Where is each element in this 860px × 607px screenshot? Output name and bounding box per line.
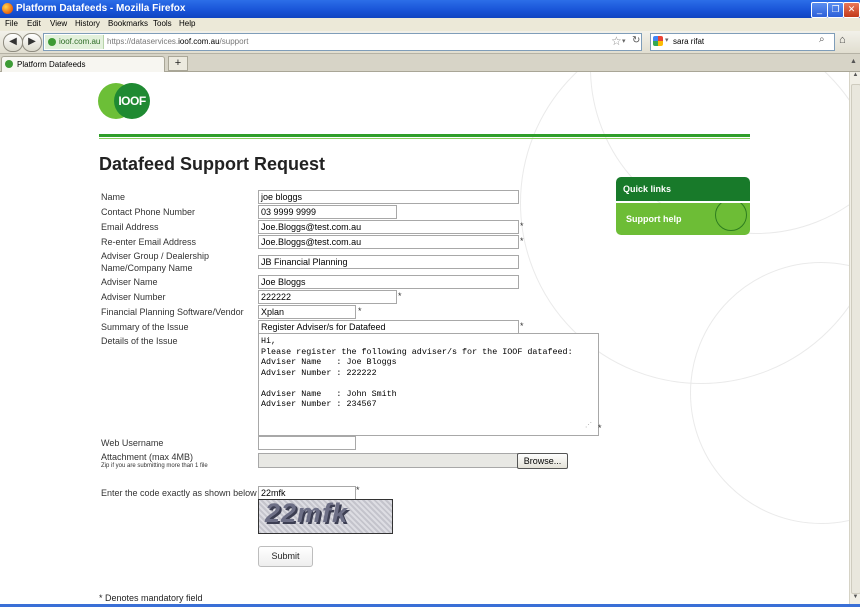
email-confirm-label: Re-enter Email Address [101, 237, 197, 247]
search-engine-dropdown-icon[interactable]: ▾ [665, 36, 669, 44]
support-help-link[interactable]: Support help [616, 203, 750, 235]
minimize-button[interactable]: _ [811, 2, 828, 18]
software-label: Financial Planning Software/Vendor [101, 307, 244, 317]
support-help-label: Support help [626, 214, 682, 224]
new-tab-button[interactable]: + [168, 56, 188, 71]
captcha-label: Enter the code exactly as shown below [101, 488, 257, 498]
adviser-group-field[interactable]: JB Financial Planning [258, 255, 519, 269]
search-icon[interactable]: ⌕ [819, 34, 825, 45]
submit-button[interactable]: Submit [258, 546, 313, 567]
phone-field[interactable]: 03 9999 9999 [258, 205, 397, 219]
back-button[interactable]: ◀ [3, 33, 23, 52]
mandatory-footnote: * Denotes mandatory field [99, 593, 203, 603]
adviser-number-label: Adviser Number [101, 292, 166, 302]
attachment-hint: Zip if you are submitting more than 1 fi… [101, 463, 208, 469]
window-title: Platform Datafeeds - Mozilla Firefox [16, 3, 186, 14]
site-favicon-icon [48, 38, 56, 46]
tab-bar: Platform Datafeeds + ▲ [0, 54, 860, 72]
phone-label: Contact Phone Number [101, 207, 196, 217]
adviser-name-label: Adviser Name [101, 277, 158, 287]
search-bar[interactable]: ▾ sara rifat ⌕ [650, 33, 835, 51]
summary-field[interactable]: Register Adviser/s for Datafeed [258, 320, 519, 334]
ioof-logo[interactable]: IOOF [114, 83, 150, 119]
url-dropdown-icon[interactable]: ▾ [622, 37, 626, 45]
page-title: Datafeed Support Request [99, 154, 326, 174]
attachment-file-field[interactable] [258, 453, 518, 468]
summary-label: Summary of the Issue [101, 322, 189, 332]
vertical-scrollbar[interactable]: ▲ ▼ [849, 72, 860, 604]
required-marker: * [520, 221, 524, 231]
menu-view[interactable]: View [50, 19, 67, 28]
bookmark-star-icon[interactable]: ☆ [611, 34, 622, 48]
reload-icon[interactable]: ↻ [632, 35, 640, 46]
adviser-number-field[interactable]: 222222 [258, 290, 397, 304]
site-identity-badge[interactable]: ioof.com.au [45, 35, 104, 49]
forward-arrow-icon: ▶ [28, 36, 36, 47]
url-text[interactable]: https://dataservices.ioof.com.au/support [107, 37, 248, 46]
web-username-label: Web Username [101, 438, 164, 448]
navigation-toolbar: ◀ ▶ ioof.com.au https://dataservices.ioo… [0, 31, 860, 54]
scroll-down-icon[interactable]: ▼ [850, 594, 860, 604]
email-field[interactable]: Joe.Bloggs@test.com.au [258, 220, 519, 234]
required-marker: * [520, 321, 524, 331]
attachment-label: Attachment (max 4MB) [101, 452, 194, 462]
browse-button[interactable]: Browse... [517, 453, 568, 469]
back-arrow-icon: ◀ [9, 36, 17, 47]
scroll-thumb[interactable] [851, 84, 860, 594]
email-label: Email Address [101, 222, 159, 232]
resize-grip-icon[interactable]: ⋰ [585, 421, 592, 429]
required-marker: * [356, 485, 360, 495]
details-textarea[interactable]: Hi, Please register the following advise… [258, 333, 599, 436]
captcha-text: 22mfk [265, 499, 349, 528]
adviser-group-label-line2: Name/Company Name [101, 263, 193, 273]
adviser-name-field[interactable]: Joe Bloggs [258, 275, 519, 289]
window-titlebar: Platform Datafeeds - Mozilla Firefox _ ❐… [0, 0, 860, 18]
web-username-field[interactable] [258, 436, 356, 450]
menu-help[interactable]: Help [179, 19, 195, 28]
home-icon[interactable]: ⌂ [839, 34, 846, 46]
firefox-icon [2, 3, 13, 14]
search-input[interactable]: sara rifat [673, 37, 704, 46]
page-content: IOOF Datafeed Support Request Name joe b… [0, 72, 849, 604]
quick-links-panel[interactable]: Quick links [616, 177, 750, 201]
menu-bookmarks[interactable]: Bookmarks [108, 19, 148, 28]
email-confirm-field[interactable]: Joe.Bloggs@test.com.au [258, 235, 519, 249]
maximize-button[interactable]: ❐ [827, 2, 844, 18]
menu-file[interactable]: File [5, 19, 18, 28]
captcha-image: 22mfk [258, 499, 393, 534]
required-marker: * [398, 291, 402, 301]
menu-tools[interactable]: Tools [153, 19, 172, 28]
scroll-up-icon[interactable]: ▲ [850, 72, 860, 82]
required-marker: * [358, 306, 362, 316]
tab-list-icon[interactable]: ▲ [850, 58, 857, 65]
menu-edit[interactable]: Edit [27, 19, 41, 28]
menu-history[interactable]: History [75, 19, 100, 28]
close-button[interactable]: ✕ [843, 2, 860, 18]
menu-bar: File Edit View History Bookmarks Tools H… [0, 18, 860, 31]
adviser-group-label-line1: Adviser Group / Dealership [101, 251, 210, 261]
captcha-field[interactable]: 22mfk [258, 486, 356, 500]
forward-button[interactable]: ▶ [22, 33, 42, 52]
url-bar[interactable]: ioof.com.au https://dataservices.ioof.co… [43, 33, 642, 51]
site-identity-label: ioof.com.au [59, 37, 101, 46]
header-divider [99, 134, 750, 137]
details-label: Details of the Issue [101, 336, 178, 346]
google-icon[interactable] [653, 36, 663, 46]
required-marker: * [520, 236, 524, 246]
software-field[interactable]: Xplan [258, 305, 356, 319]
required-marker: * [598, 423, 602, 433]
tab-label: Platform Datafeeds [17, 60, 86, 69]
decorative-circle [715, 203, 747, 231]
name-label: Name [101, 192, 126, 202]
header-divider-light [99, 138, 750, 139]
quick-links-label: Quick links [623, 184, 672, 194]
name-field[interactable]: joe bloggs [258, 190, 519, 204]
tab-favicon-icon [5, 60, 13, 68]
tab-platform-datafeeds[interactable]: Platform Datafeeds [1, 56, 165, 72]
